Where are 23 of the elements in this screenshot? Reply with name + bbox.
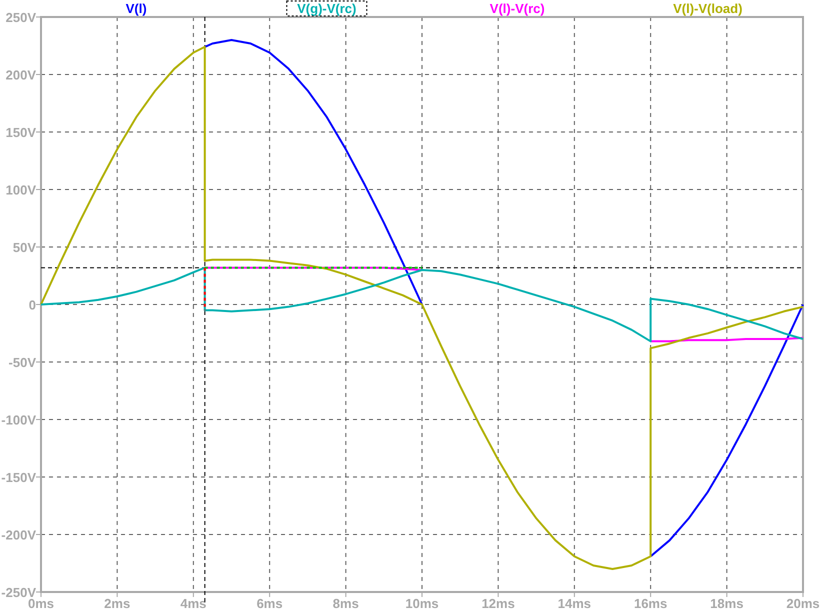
axis-tick-label: 6ms <box>256 596 283 611</box>
axis-tick-label: -100V <box>1 412 36 428</box>
axis-tick-label: 200V <box>6 68 36 82</box>
axis-tick-label: -50V <box>8 355 36 370</box>
axis-tick-label: 14ms <box>558 596 592 611</box>
axis-tick-label: 50V <box>12 240 36 255</box>
axis-tick-label: 150V <box>6 125 36 140</box>
axis-tick-label: 16ms <box>634 596 668 611</box>
axis-tick-label: 0 <box>28 298 36 312</box>
axis-tick-label: 20ms <box>786 596 820 611</box>
axis-tick-label: 18ms <box>710 596 744 611</box>
axis-tick-label: 2ms <box>104 596 130 611</box>
trace-label[interactable]: V(l)-V(rc) <box>490 1 545 16</box>
axis-tick-label: 250V <box>6 10 36 25</box>
axis-tick-label: 10ms <box>405 596 439 611</box>
trace-label[interactable]: V(l) <box>126 1 147 16</box>
axis-tick-label: 8ms <box>332 596 359 611</box>
axis-tick-label: -200V <box>1 528 36 542</box>
axis-tick-label: 12ms <box>482 596 515 611</box>
axis-tick-label: 100V <box>6 182 36 198</box>
axis-tick-label: 4ms <box>180 596 206 611</box>
trace-label[interactable]: V(l)-V(load) <box>673 1 742 16</box>
axis-tick-label: -150V <box>1 470 36 485</box>
